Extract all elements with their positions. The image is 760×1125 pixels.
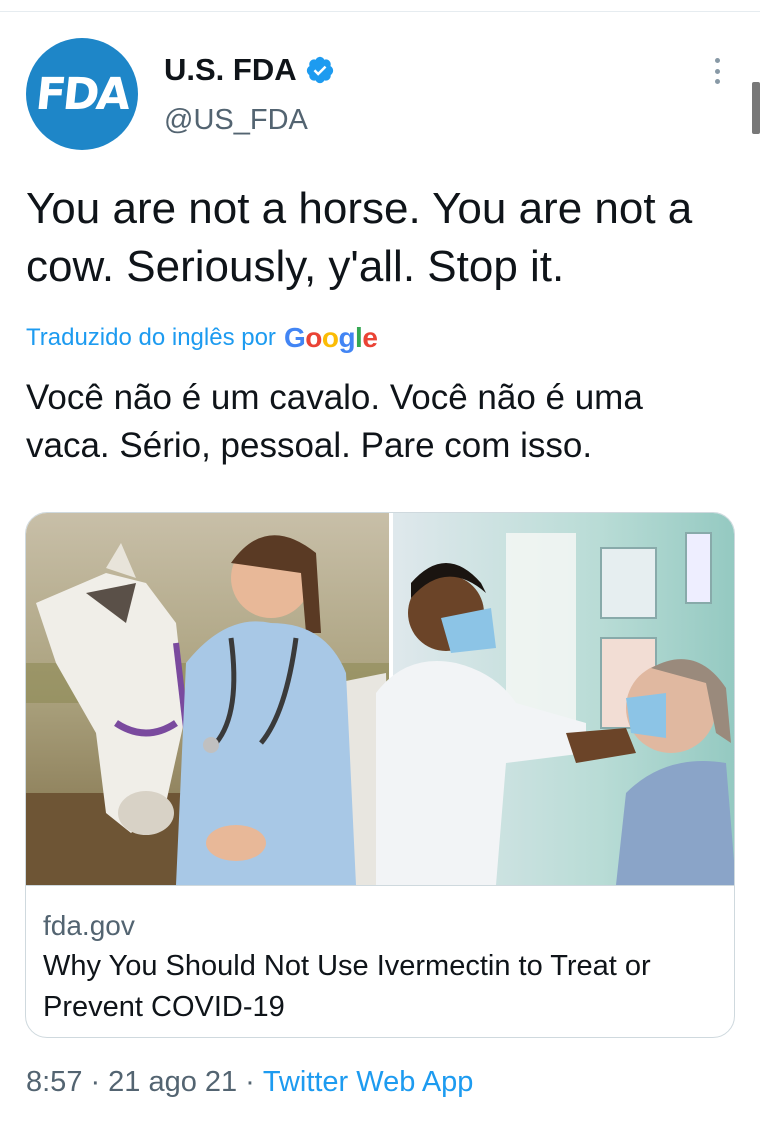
author-avatar[interactable]: FDA [26,38,138,150]
verified-badge-icon [306,56,333,84]
link-card-domain: fda.gov [43,910,135,941]
tweet-time[interactable]: 8:57 [26,1066,82,1099]
author-name-row[interactable]: U.S. FDA [164,52,335,88]
author-display-name[interactable]: U.S. FDA [164,52,297,88]
link-card[interactable]: fda.gov Why You Should Not Use Ivermecti… [25,512,735,1038]
translated-text: Você não é um cavalo. Você não é uma vac… [26,378,643,465]
meta-separator-2: · [245,1066,255,1098]
link-card-image[interactable] [26,513,735,885]
scrollbar-thumb[interactable] [752,82,760,134]
translated-by-label[interactable]: Traduzido do inglês por [26,324,276,352]
link-card-title[interactable]: Why You Should Not Use Ivermectin to Tre… [43,946,723,1028]
more-options-icon[interactable] [704,56,730,86]
tweet-date[interactable]: 21 ago 21 [108,1066,237,1099]
tweet-text: You are not a horse. You are not a cow. … [26,184,693,291]
author-handle[interactable]: @US_FDA [164,104,308,137]
top-divider [0,0,760,12]
google-logo: Google [283,322,378,353]
avatar-logo-text: FDA [33,68,131,120]
tweet-meta: 8:57 · 21 ago 21 · Twitter Web App [26,1066,473,1099]
translation-attribution[interactable]: Traduzido do inglês por Google [26,322,378,354]
tweet-source-app[interactable]: Twitter Web App [263,1066,474,1099]
link-card-info[interactable]: fda.gov Why You Should Not Use Ivermecti… [26,885,734,1037]
meta-separator: · [90,1066,101,1098]
